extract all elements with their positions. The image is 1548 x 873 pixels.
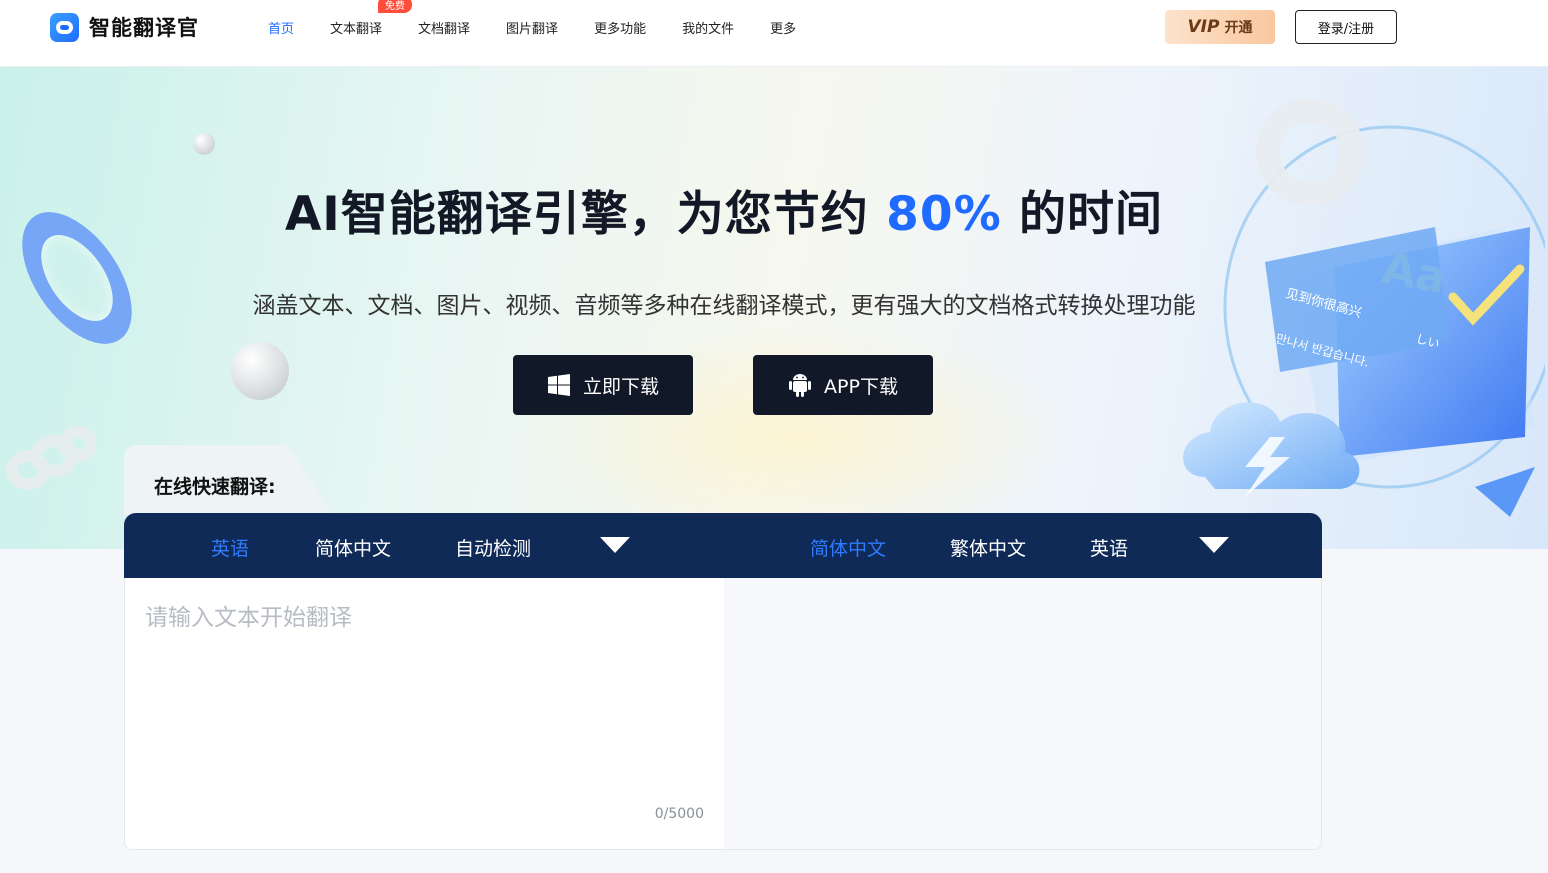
brand-name: 智能翻译官: [89, 16, 199, 40]
app-download-label: APP下载: [824, 375, 898, 398]
vip-logo: VIP: [1187, 17, 1220, 37]
nav-text-translate-label: 文本翻译: [330, 21, 383, 37]
sphere-decoration: [231, 342, 289, 400]
source-lang-dropdown-icon[interactable]: [600, 537, 630, 553]
top-header: 智能翻译官 首页 文本翻译 免费 文档翻译 图片翻译 更多功能 我的文件 更多 …: [0, 0, 1548, 67]
nav-doc-translate[interactable]: 文档翻译: [418, 18, 470, 37]
nav-text-translate[interactable]: 文本翻译 免费: [330, 0, 413, 37]
logo-icon: [50, 12, 79, 42]
nav-image-translate[interactable]: 图片翻译: [506, 18, 558, 37]
target-lang-traditional-chinese[interactable]: 繁体中文: [950, 534, 1026, 561]
nav-more-features[interactable]: 更多功能: [594, 18, 646, 37]
source-lang-simplified-chinese[interactable]: 简体中文: [315, 534, 391, 561]
free-badge: 免费: [378, 0, 413, 13]
nav-more[interactable]: 更多: [770, 18, 796, 37]
hero-title-accent: 80%: [886, 187, 1002, 242]
language-bar: 英语 简体中文 自动检测 简体中文 繁体中文 英语: [124, 513, 1322, 578]
target-lang-english[interactable]: 英语: [1090, 534, 1128, 561]
target-pane: [724, 578, 1321, 849]
small-sphere-decoration: [193, 133, 215, 155]
source-lang-english[interactable]: 英语: [211, 534, 249, 561]
download-label: 立即下载: [582, 375, 659, 398]
main-nav: 首页 文本翻译 免费 文档翻译 图片翻译 更多功能 我的文件 更多: [268, 0, 832, 54]
target-lang-simplified-chinese[interactable]: 简体中文: [810, 534, 886, 561]
android-icon: [788, 372, 812, 398]
source-pane: 0/5000: [125, 578, 724, 849]
spring-decoration: [6, 426, 96, 490]
login-register-button[interactable]: 登录/注册: [1295, 10, 1397, 44]
hero-subtitle: 涵盖文本、文档、图片、视频、音频等多种在线翻译模式，更有强大的文档格式转换处理功…: [252, 293, 1196, 319]
brand-logo[interactable]: 智能翻译官: [50, 12, 199, 42]
download-button[interactable]: 立即下载: [513, 355, 693, 415]
app-download-button[interactable]: APP下载: [753, 355, 933, 415]
vip-label: 开通: [1224, 20, 1253, 36]
source-lang-auto-detect[interactable]: 自动检测: [455, 534, 531, 561]
nav-home[interactable]: 首页: [268, 18, 294, 37]
translation-panel: 0/5000: [124, 578, 1322, 850]
char-counter: 0/5000: [654, 806, 704, 822]
nav-my-files[interactable]: 我的文件: [682, 18, 734, 37]
vip-button[interactable]: VIP 开通: [1165, 10, 1275, 44]
hero-title-suffix: 的时间: [1001, 187, 1164, 242]
source-text-input[interactable]: [145, 598, 705, 798]
hero-title: AI智能翻译引擎，为您节约 80% 的时间: [0, 175, 1448, 244]
target-lang-dropdown-icon[interactable]: [1199, 537, 1229, 553]
quick-translate-title: 在线快速翻译:: [154, 476, 276, 498]
hero-title-prefix: AI智能翻译引擎，为您节约: [284, 187, 887, 242]
windows-icon: [547, 373, 571, 397]
